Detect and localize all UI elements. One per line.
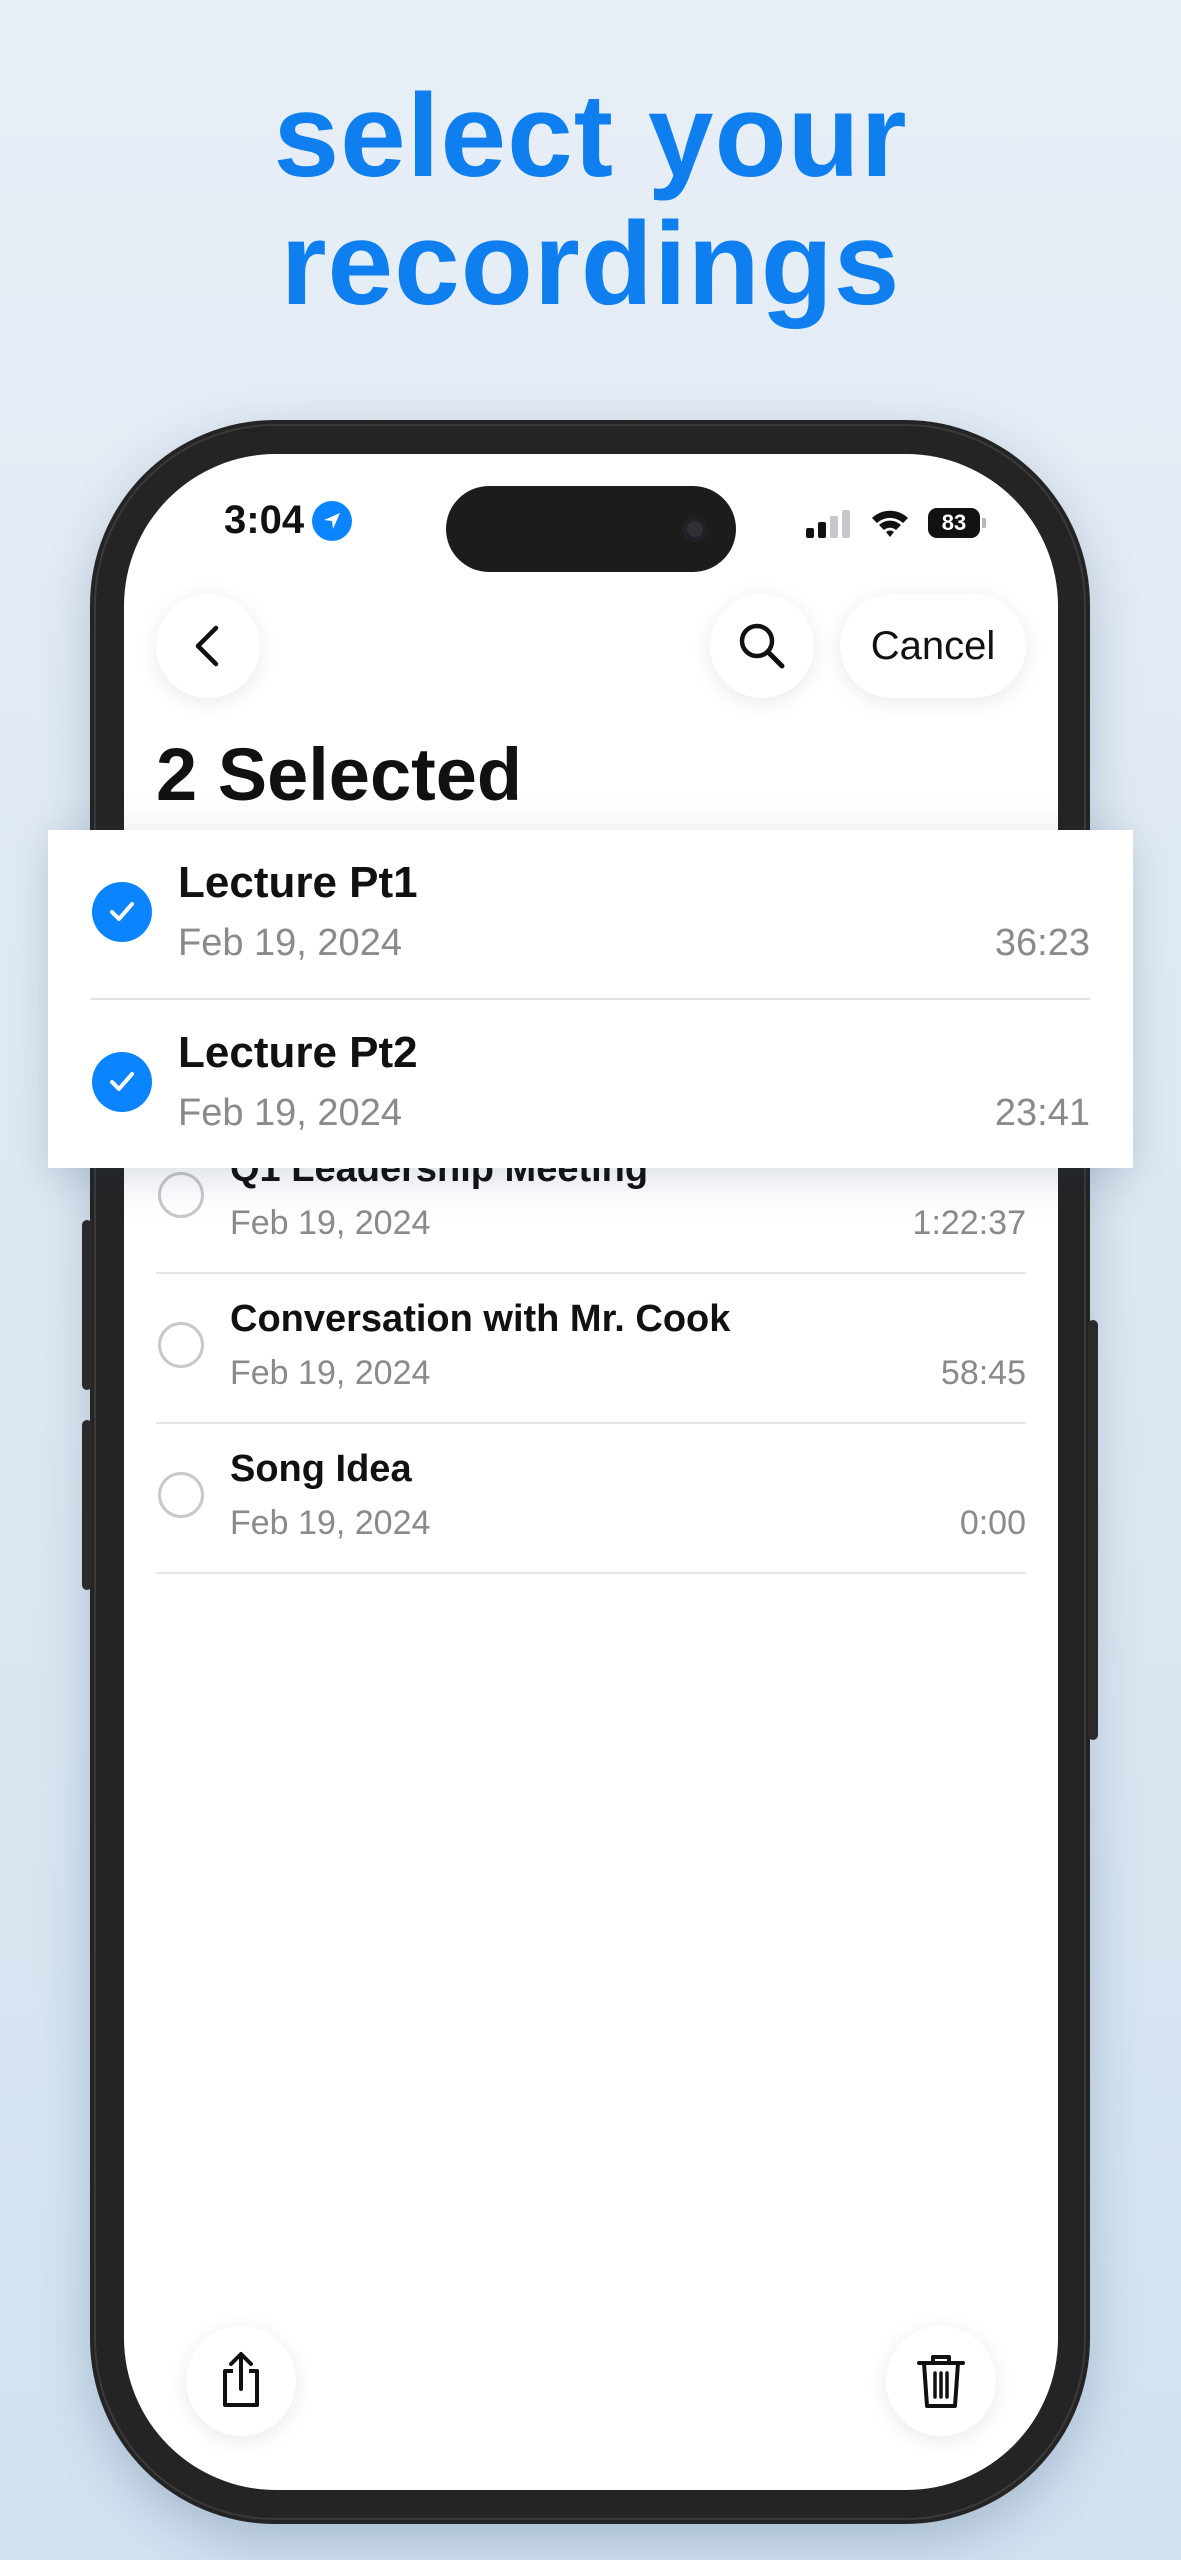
recordings-list: Q1 Leadership Meeting Feb 19, 2024 1:22:… xyxy=(156,1124,1026,1574)
list-item[interactable]: Conversation with Mr. Cook Feb 19, 2024 … xyxy=(156,1274,1026,1424)
unchecked-circle-icon[interactable] xyxy=(158,1472,204,1518)
recording-title: Song Idea xyxy=(230,1448,412,1490)
recording-date: Feb 19, 2024 xyxy=(178,922,402,964)
search-button[interactable] xyxy=(710,594,814,698)
status-time-text: 3:04 xyxy=(224,498,305,542)
dynamic-island xyxy=(446,486,736,572)
selected-recordings-card: Lecture Pt1 Feb 19, 2024 36:23 Lecture P… xyxy=(48,830,1133,1168)
unchecked-circle-icon[interactable] xyxy=(158,1172,204,1218)
volume-up-button xyxy=(82,1220,92,1390)
recording-title: Conversation with Mr. Cook xyxy=(230,1298,731,1340)
battery-icon: 83 xyxy=(928,508,986,538)
recording-duration: 0:00 xyxy=(959,1504,1026,1542)
chevron-left-icon xyxy=(195,625,219,667)
checkmark-circle-icon[interactable] xyxy=(92,882,152,942)
recording-duration: 58:45 xyxy=(940,1354,1026,1392)
back-button[interactable] xyxy=(156,594,260,698)
list-item[interactable]: Lecture Pt2 Feb 19, 2024 23:41 xyxy=(90,1000,1090,1168)
trash-icon xyxy=(917,2355,965,2408)
recording-date: Feb 19, 2024 xyxy=(178,1092,402,1134)
volume-down-button xyxy=(82,1420,92,1590)
cancel-button[interactable]: Cancel xyxy=(840,594,1026,698)
share-button[interactable] xyxy=(186,2326,296,2436)
marketing-headline: select your recordings xyxy=(0,72,1181,328)
cellular-signal-icon xyxy=(806,510,850,538)
recording-date: Feb 19, 2024 xyxy=(230,1204,431,1242)
status-time: 3:04 xyxy=(224,498,353,543)
power-button xyxy=(1088,1320,1098,1740)
checkmark-circle-icon[interactable] xyxy=(92,1052,152,1112)
battery-level: 83 xyxy=(941,510,967,535)
recording-date: Feb 19, 2024 xyxy=(230,1504,431,1542)
recording-date: Feb 19, 2024 xyxy=(230,1354,431,1392)
front-camera xyxy=(682,516,708,542)
phone-screen: 3:04 83 Cancel 2 Selected Q1 Leadership … xyxy=(124,454,1058,2490)
headline-line-2: recordings xyxy=(280,198,901,330)
recording-duration: 36:23 xyxy=(994,922,1090,964)
recording-title: Lecture Pt2 xyxy=(178,1028,418,1077)
delete-button[interactable] xyxy=(886,2326,996,2436)
unchecked-circle-icon[interactable] xyxy=(158,1322,204,1368)
status-icons: 83 xyxy=(806,508,986,538)
headline-line-1: select your xyxy=(273,70,908,202)
share-icon xyxy=(223,2352,259,2407)
recording-title: Lecture Pt1 xyxy=(178,858,418,907)
page-title: 2 Selected xyxy=(156,733,523,816)
recording-duration: 23:41 xyxy=(994,1092,1090,1134)
location-arrow-icon xyxy=(312,500,353,541)
recording-duration: 1:22:37 xyxy=(912,1204,1026,1242)
list-item[interactable]: Song Idea Feb 19, 2024 0:00 xyxy=(156,1424,1026,1574)
search-icon xyxy=(739,623,785,669)
wifi-icon xyxy=(872,510,908,537)
list-item[interactable]: Lecture Pt1 Feb 19, 2024 36:23 xyxy=(90,830,1090,1000)
